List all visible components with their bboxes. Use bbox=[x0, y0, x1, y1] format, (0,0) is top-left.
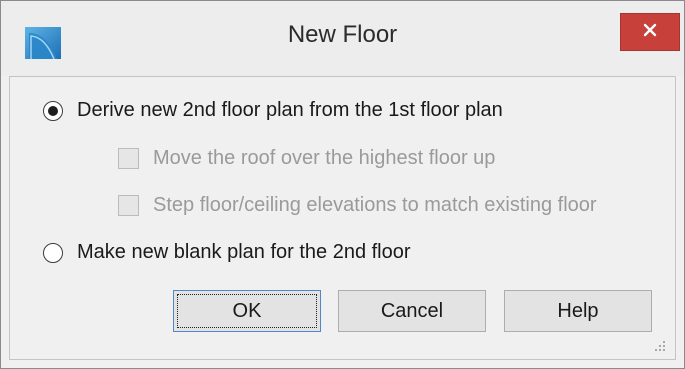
close-button[interactable] bbox=[620, 13, 680, 51]
blank-plan-label: Make new blank plan for the 2nd floor bbox=[77, 241, 411, 263]
derive-label: Derive new 2nd floor plan from the 1st f… bbox=[77, 99, 503, 121]
blank-plan-option[interactable]: Make new blank plan for the 2nd floor bbox=[43, 241, 411, 264]
focus-rectangle bbox=[177, 294, 317, 328]
title-bar[interactable]: New Floor bbox=[1, 1, 684, 76]
close-icon bbox=[642, 22, 658, 43]
step-elevations-checkbox bbox=[118, 195, 139, 216]
move-roof-option: Move the roof over the highest floor up bbox=[118, 147, 495, 170]
resize-grip-icon[interactable] bbox=[651, 337, 667, 353]
help-button-label: Help bbox=[557, 299, 599, 322]
cancel-button-label: Cancel bbox=[380, 299, 444, 322]
new-floor-dialog: New Floor Derive new 2nd floor plan from… bbox=[0, 0, 685, 369]
derive-option[interactable]: Derive new 2nd floor plan from the 1st f… bbox=[43, 99, 503, 122]
dialog-body: Derive new 2nd floor plan from the 1st f… bbox=[9, 76, 676, 360]
move-roof-label: Move the roof over the highest floor up bbox=[153, 147, 496, 169]
help-button[interactable]: Help bbox=[504, 290, 652, 332]
derive-radio[interactable] bbox=[43, 100, 63, 121]
cancel-button[interactable]: Cancel bbox=[338, 290, 486, 332]
dialog-title: New Floor bbox=[287, 21, 398, 48]
step-elevations-label: Step floor/ceiling elevations to match e… bbox=[153, 194, 597, 216]
step-elevations-option: Step floor/ceiling elevations to match e… bbox=[118, 194, 597, 217]
move-roof-checkbox bbox=[118, 148, 139, 169]
blank-plan-radio[interactable] bbox=[43, 242, 63, 263]
ok-button[interactable]: OK bbox=[173, 290, 321, 332]
